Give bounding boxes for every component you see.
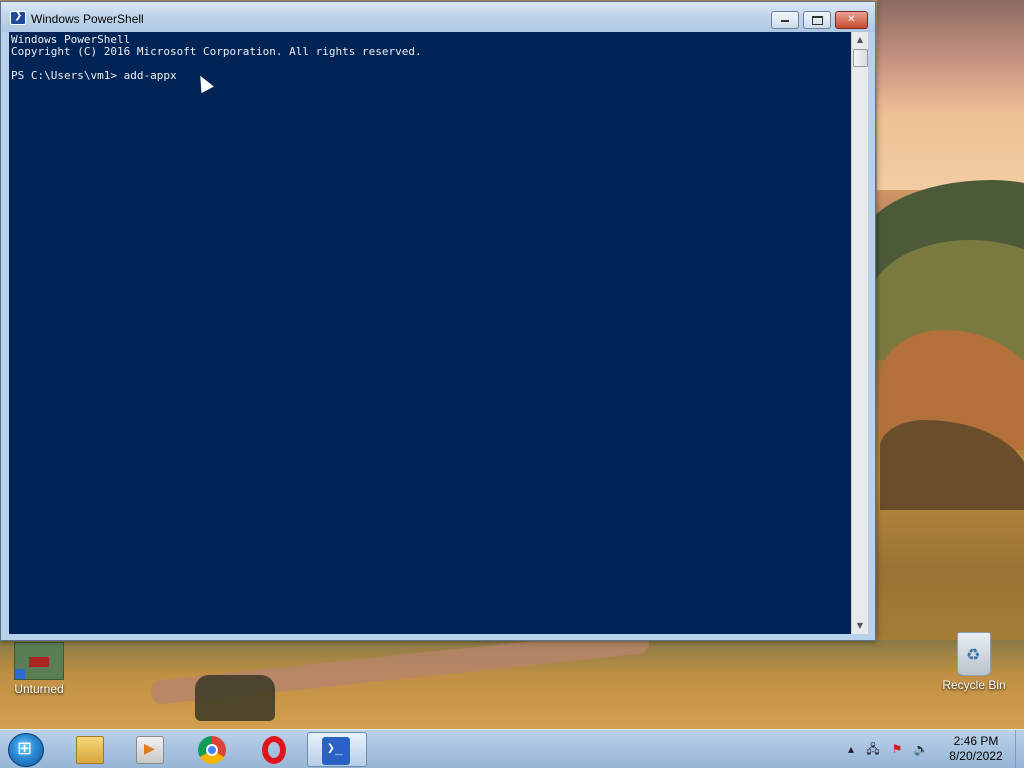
powershell-window: Windows PowerShell ✕ Windows PowerShell … (0, 1, 876, 641)
console-text: Windows PowerShell Copyright (C) 2016 Mi… (11, 33, 422, 82)
taskbar-item-powershell[interactable] (307, 732, 367, 767)
vertical-scrollbar[interactable]: ▲ ▼ (851, 32, 868, 634)
clock-date: 8/20/2022 (949, 749, 1003, 763)
minimize-button[interactable] (771, 11, 799, 29)
wallpaper-sky (877, 0, 1024, 190)
window-titlebar[interactable]: Windows PowerShell ✕ (1, 2, 875, 32)
desktop-icon-label: Unturned (14, 682, 64, 696)
taskbar-item-opera[interactable] (246, 732, 302, 767)
close-button[interactable]: ✕ (835, 11, 868, 29)
network-icon[interactable]: 🖧 (865, 741, 881, 757)
console-output[interactable]: Windows PowerShell Copyright (C) 2016 Mi… (9, 32, 851, 634)
folder-icon (76, 736, 104, 764)
media-player-icon (136, 736, 164, 764)
chrome-icon (198, 736, 226, 764)
desktop-icon-unturned[interactable]: Unturned (1, 642, 77, 696)
scroll-up-arrow-icon[interactable]: ▲ (852, 32, 868, 48)
show-hidden-icons-icon[interactable]: ▴ (843, 741, 859, 757)
minimize-icon (781, 20, 789, 22)
close-icon: ✕ (847, 14, 856, 25)
wallpaper-tractor (195, 675, 275, 721)
flag-icon[interactable]: ⚑ (889, 741, 905, 757)
taskbar: ▴ 🖧 ⚑ 🔈 2:46 PM 8/20/2022 (0, 729, 1024, 768)
desktop-icon-recycle-bin[interactable]: Recycle Bin (936, 632, 1012, 692)
scrollbar-thumb[interactable] (853, 49, 868, 67)
taskbar-item-media-player[interactable] (122, 732, 178, 767)
scroll-down-arrow-icon[interactable]: ▼ (852, 618, 868, 634)
opera-icon (262, 736, 286, 764)
powershell-icon (322, 737, 350, 765)
unturned-game-icon (14, 642, 64, 680)
recycle-bin-icon (957, 632, 991, 676)
maximize-icon (811, 16, 823, 25)
taskbar-item-file-explorer[interactable] (62, 732, 118, 767)
clock-time: 2:46 PM (953, 734, 999, 748)
start-button[interactable] (8, 733, 44, 767)
taskbar-item-chrome[interactable] (184, 732, 240, 767)
window-title: Windows PowerShell (31, 12, 144, 26)
speaker-icon[interactable]: 🔈 (913, 741, 929, 757)
taskbar-clock[interactable]: 2:46 PM 8/20/2022 (936, 734, 1016, 764)
show-desktop-button[interactable] (1015, 730, 1024, 768)
maximize-button[interactable] (803, 11, 831, 29)
desktop-icon-label: Recycle Bin (942, 678, 1006, 692)
powershell-icon[interactable] (10, 10, 26, 25)
